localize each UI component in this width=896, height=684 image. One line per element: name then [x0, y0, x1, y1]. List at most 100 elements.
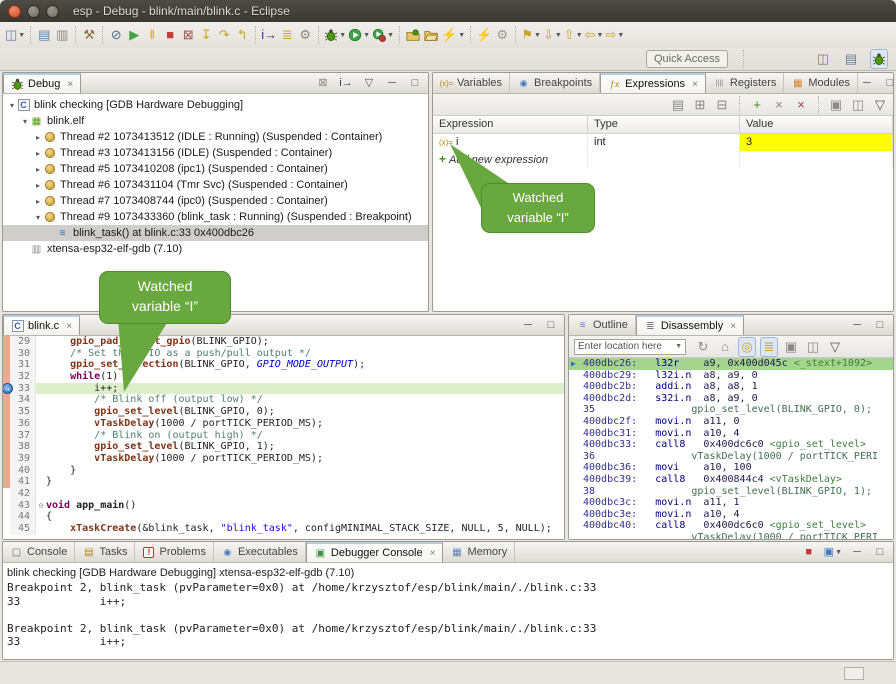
tree-expand-icon[interactable]: ▸	[33, 165, 43, 174]
code-line-35[interactable]: 35 gpio_set_level(BLINK_GPIO, 0);	[3, 406, 564, 418]
combo-dropdown-icon[interactable]: ▼	[675, 340, 682, 354]
code-text[interactable]: xTaskCreate(&blink_task, "blink_task", c…	[46, 523, 564, 535]
code-line-34[interactable]: 34 /* Blink off (output low) */	[3, 394, 564, 406]
dropdown-arrow-icon[interactable]: ▼	[597, 32, 604, 39]
code-line-39[interactable]: 39 vTaskDelay(1000 / portTICK_PERIOD_MS)…	[3, 453, 564, 465]
code-line-33[interactable]: →33 i++;	[3, 383, 564, 395]
close-window-button[interactable]	[8, 5, 21, 18]
line-number[interactable]: 37	[10, 430, 36, 442]
cpp-perspective-icon[interactable]: ▤	[842, 49, 860, 69]
disassembly-line[interactable]: 400dbc3e: movi.n a10, 4	[569, 509, 893, 521]
code-text[interactable]: gpio_set_level(BLINK_GPIO, 0);	[46, 406, 564, 418]
disassembly-line[interactable]: 400dbc33: call8 0x400dc6c0 <gpio_set_lev…	[569, 439, 893, 451]
code-text[interactable]: gpio_set_level(BLINK_GPIO, 1);	[46, 441, 564, 453]
maximize-icon[interactable]: □	[871, 315, 889, 335]
build-icon[interactable]: ⚒	[80, 25, 98, 45]
tree-expand-icon[interactable]: ▸	[33, 133, 43, 142]
dropdown-arrow-icon[interactable]: ▼	[363, 32, 370, 39]
step-return-icon[interactable]: ↰	[233, 25, 251, 45]
minimize-icon[interactable]: ─	[848, 315, 866, 335]
code-text[interactable]: void app_main()	[46, 500, 564, 512]
code-line-38[interactable]: 38 gpio_set_level(BLINK_GPIO, 1);	[3, 441, 564, 453]
tab-problems[interactable]: !Problems	[135, 542, 213, 562]
code-line-44[interactable]: 44 {	[3, 511, 564, 523]
minimize-icon[interactable]: ─	[519, 315, 537, 335]
column-header-type[interactable]: Type	[588, 116, 740, 133]
refresh-icon[interactable]: ↻	[694, 337, 712, 357]
disassembly-line[interactable]: 400dbc2b: addi.n a8, a8, 1	[569, 381, 893, 393]
code-text[interactable]: /* Blink on (output high) */	[46, 430, 564, 442]
tab-executables[interactable]: ◉Executables	[214, 542, 306, 562]
tab-console[interactable]: ▢Console	[3, 542, 75, 562]
line-number[interactable]: 43	[10, 500, 36, 512]
tab-outline[interactable]: ≡Outline	[569, 315, 636, 335]
instruction-stepping-icon[interactable]: i→	[260, 25, 278, 45]
disassembly-line[interactable]: 400dbc2f: movi.n a11, 0	[569, 416, 893, 428]
line-number[interactable]: 30	[10, 348, 36, 360]
view-menu-icon[interactable]: ▽	[826, 337, 844, 357]
tab-debug[interactable]: Debug×	[3, 73, 81, 93]
step-into-icon[interactable]: ↧	[197, 25, 215, 45]
line-number[interactable]: 42	[10, 488, 36, 500]
tab-modules[interactable]: ▦Modules	[784, 73, 858, 93]
dropdown-arrow-icon[interactable]: ▼	[617, 32, 624, 39]
terminate-icon[interactable]: ■	[161, 25, 179, 45]
dropdown-arrow-icon[interactable]: ▼	[576, 32, 583, 39]
pin-view-icon[interactable]: ◫	[849, 95, 867, 115]
tab-registers[interactable]: ||||Registers	[706, 73, 784, 93]
code-text[interactable]: /* Set the GPIO as a push/pull output */	[46, 348, 564, 360]
open-perspective-icon[interactable]: ◫	[814, 49, 832, 69]
line-number[interactable]: 44	[10, 511, 36, 523]
disassembly-line[interactable]: 400dbc2d: s32i.n a8, a9, 0	[569, 393, 893, 405]
tab-expressions[interactable]: ƒxExpressions×	[600, 73, 706, 93]
code-text[interactable]: gpio_set_direction(BLINK_GPIO, GPIO_MODE…	[46, 359, 564, 371]
minimize-icon[interactable]: ─	[848, 542, 866, 562]
pin-view-icon[interactable]: ◫	[804, 337, 822, 357]
code-text[interactable]: i++;	[46, 383, 564, 395]
disassembly-line[interactable]: 400dbc36: movi a10, 100	[569, 462, 893, 474]
add-expression-icon[interactable]: +	[748, 95, 766, 115]
line-number[interactable]: 32	[10, 371, 36, 383]
disassembly-line[interactable]: vTaskDelay(1000 / portTICK_PERI	[569, 532, 893, 539]
tree-expand-icon[interactable]: ▾	[7, 101, 17, 110]
step-over-icon[interactable]: ↷	[215, 25, 233, 45]
minimize-window-button[interactable]	[27, 5, 40, 18]
disassembly-line[interactable]: 35 gpio_set_level(BLINK_GPIO, 0);	[569, 404, 893, 416]
line-number[interactable]: 34	[10, 394, 36, 406]
code-text[interactable]: }	[46, 476, 564, 488]
debug-config-icon[interactable]: ⚙	[296, 25, 314, 45]
code-text[interactable]: {	[46, 511, 564, 523]
fold-marker-icon[interactable]: ⊖	[36, 500, 46, 512]
skip-breakpoints-icon[interactable]: ⊘	[107, 25, 125, 45]
debug-tree-row[interactable]: ≡blink_task() at blink.c:33 0x400dbc26	[3, 225, 428, 241]
tree-expand-icon[interactable]: ▾	[20, 117, 30, 126]
debug-tree-row[interactable]: ▾Thread #9 1073433360 (blink_task : Runn…	[3, 209, 428, 225]
line-number[interactable]: 39	[10, 453, 36, 465]
line-number[interactable]: 40	[10, 465, 36, 477]
debug-icon[interactable]: ▼	[323, 25, 347, 45]
tab-close-icon[interactable]: ×	[66, 321, 72, 332]
maximize-window-button[interactable]	[46, 5, 59, 18]
tab-close-icon[interactable]: ×	[730, 321, 736, 332]
code-text[interactable]: /* Blink off (output low) */	[46, 394, 564, 406]
code-line-31[interactable]: 31 gpio_set_direction(BLINK_GPIO, GPIO_M…	[3, 359, 564, 371]
column-header-expression[interactable]: Expression	[433, 116, 588, 133]
line-number[interactable]: 38	[10, 441, 36, 453]
dropdown-arrow-icon[interactable]: ▼	[458, 32, 465, 39]
debug-tree-row[interactable]: ▾▦blink.elf	[3, 113, 428, 129]
code-editor[interactable]: 29 gpio_pad_select_gpio(BLINK_GPIO);30 /…	[3, 336, 564, 539]
disassembly-line[interactable]: 400dbc39: call8 0x400844c4 <vTaskDelay>	[569, 474, 893, 486]
instruction-stepping-icon[interactable]: i→	[337, 73, 355, 93]
tab-memory[interactable]: ▦Memory	[443, 542, 515, 562]
code-line-45[interactable]: 45 xTaskCreate(&blink_task, "blink_task"…	[3, 523, 564, 535]
annotation-icon[interactable]: ⚙	[493, 25, 511, 45]
debug-perspective-icon[interactable]	[870, 49, 888, 69]
open-task-icon[interactable]	[404, 25, 422, 45]
tree-expand-icon[interactable]: ▸	[33, 149, 43, 158]
debug-tree-row[interactable]: ▸Thread #2 1073413512 (IDLE : Running) (…	[3, 129, 428, 145]
disassembly-line[interactable]: 400dbc3c: movi.n a11, 1	[569, 497, 893, 509]
previous-annotation-icon[interactable]: ⇧▼	[563, 25, 584, 45]
location-input[interactable]: Enter location here ▼	[574, 339, 686, 355]
remove-expression-icon[interactable]: ×	[770, 95, 788, 115]
disassembly-listing[interactable]: ▶400dbc26: l32r a9, 0x400d045c <_stext+1…	[569, 358, 893, 539]
